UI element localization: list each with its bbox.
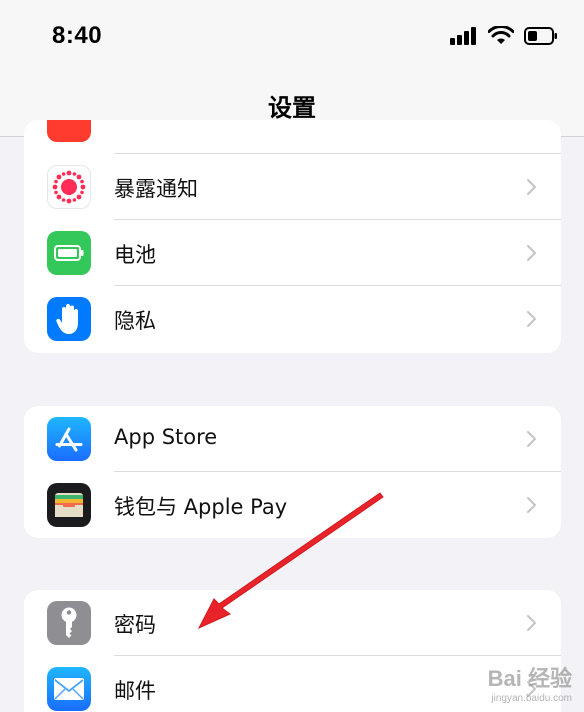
settings-row-label: 隐私 bbox=[114, 309, 156, 333]
settings-row-label: 暴露通知 bbox=[114, 177, 198, 201]
chevron-right-icon bbox=[527, 245, 536, 261]
settings-row-wallet[interactable]: 钱包与 Apple Pay bbox=[24, 472, 561, 538]
settings-group-2: App Store 钱包与 Apple Pay bbox=[24, 406, 561, 538]
watermark-url: jingyan.baidu.com bbox=[491, 693, 572, 704]
settings-group-3: 密码 邮件 bbox=[24, 590, 561, 712]
settings-row-label: 密码 bbox=[114, 613, 156, 637]
exposure-notification-icon bbox=[47, 165, 91, 209]
settings-row-exposure-notifications[interactable]: 暴露通知 bbox=[24, 154, 561, 220]
chevron-right-icon bbox=[527, 431, 536, 447]
wifi-icon bbox=[488, 26, 514, 44]
settings-row-label: 电池 bbox=[114, 243, 156, 267]
chevron-right-icon bbox=[527, 497, 536, 513]
settings-row-battery[interactable]: 电池 bbox=[24, 220, 561, 286]
sos-icon bbox=[47, 120, 91, 142]
mail-icon bbox=[47, 667, 91, 711]
wallet-icon bbox=[47, 483, 91, 527]
cellular-signal-icon bbox=[450, 27, 476, 45]
settings-row-label: 钱包与 Apple Pay bbox=[114, 495, 288, 519]
status-time: 8:40 bbox=[52, 22, 103, 49]
settings-row-privacy[interactable]: 隐私 bbox=[24, 286, 561, 352]
settings-row-label: 邮件 bbox=[114, 679, 156, 703]
battery-icon bbox=[524, 27, 557, 45]
status-bar: 8:40 bbox=[0, 0, 584, 76]
page-title: 设置 bbox=[268, 94, 316, 122]
chevron-right-icon bbox=[527, 311, 536, 327]
battery-icon bbox=[47, 231, 91, 275]
settings-row-mail[interactable]: 邮件 bbox=[24, 656, 561, 712]
settings-group-1: 暴露通知 电池 隐私 bbox=[24, 120, 561, 353]
chevron-right-icon bbox=[527, 615, 536, 631]
hand-icon bbox=[47, 297, 91, 341]
status-icons bbox=[450, 24, 558, 48]
settings-row-app-store[interactable]: App Store bbox=[24, 406, 561, 472]
watermark-logo: Bai 经验 bbox=[487, 666, 572, 691]
settings-row-label: App Store bbox=[114, 425, 218, 449]
app-store-icon bbox=[47, 417, 91, 461]
chevron-right-icon bbox=[527, 179, 536, 195]
watermark: Bai 经验 jingyan.baidu.com bbox=[488, 661, 572, 704]
settings-row-passwords[interactable]: 密码 bbox=[24, 590, 561, 656]
settings-row-partial[interactable] bbox=[24, 120, 561, 154]
key-icon bbox=[47, 601, 91, 645]
